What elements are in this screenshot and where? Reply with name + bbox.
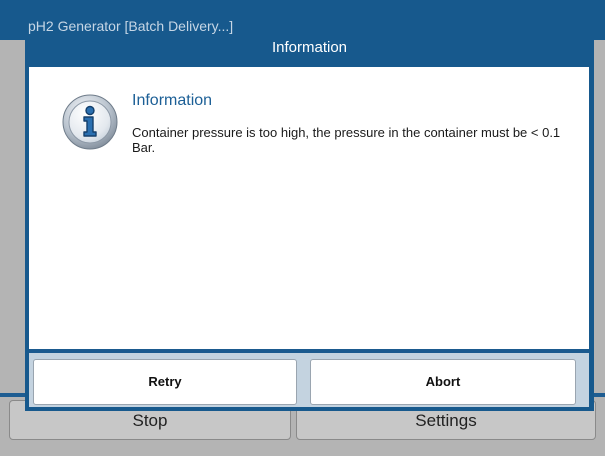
info-icon: [62, 94, 118, 150]
dialog-footer-divider: [29, 349, 589, 353]
information-dialog: Information Information Container pressu…: [25, 37, 594, 411]
dialog-body: Information Container pressure is too hi…: [29, 67, 589, 349]
retry-button[interactable]: Retry: [33, 359, 297, 405]
info-heading: Information: [132, 92, 213, 109]
stop-button-label: Stop: [132, 411, 168, 430]
settings-button-label: Settings: [415, 411, 477, 430]
info-message: Container pressure is too high, the pres…: [132, 125, 561, 155]
dialog-title: Information: [271, 39, 348, 56]
app-titlebar: pH2 Generator [Batch Delivery...]: [0, 0, 605, 40]
abort-button[interactable]: Abort: [310, 359, 576, 405]
dialog-footer: Retry Abort: [29, 349, 589, 407]
app-title: pH2 Generator [Batch Delivery...]: [28, 18, 234, 34]
